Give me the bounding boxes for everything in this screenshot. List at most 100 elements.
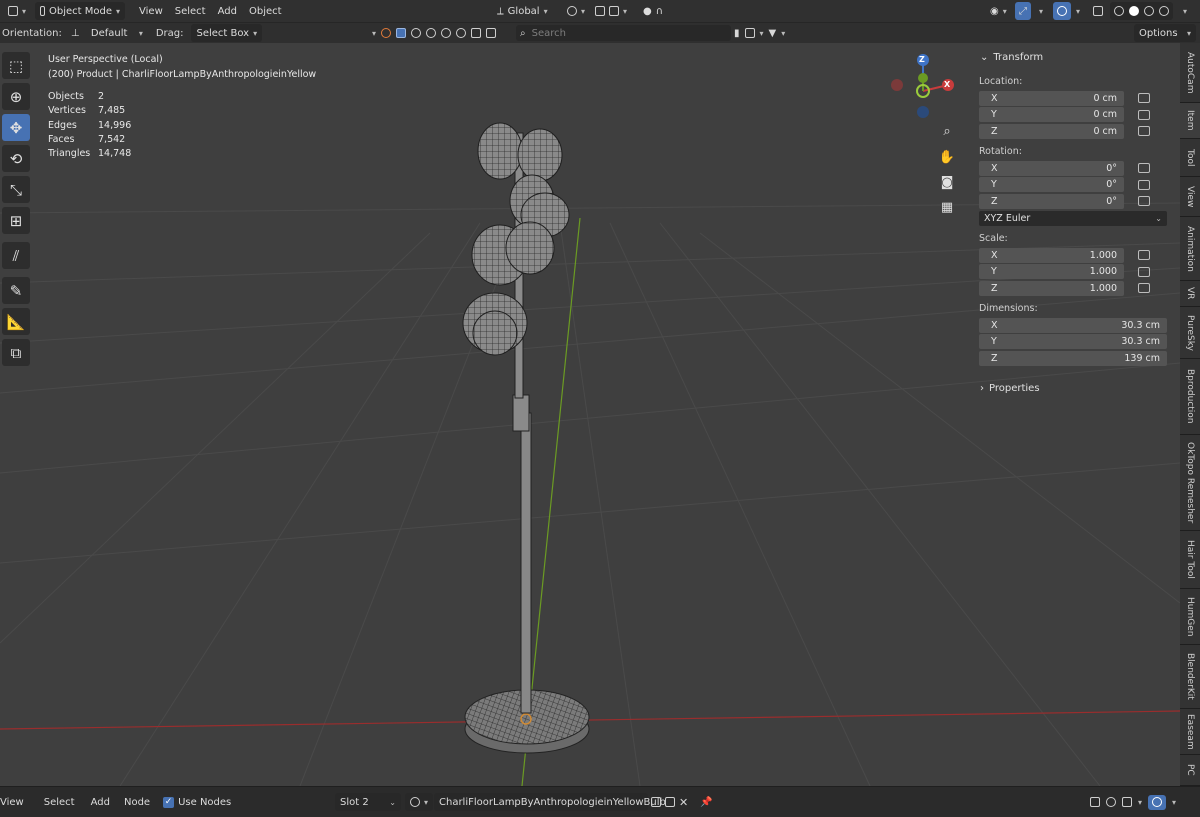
lock-icon[interactable] — [1138, 250, 1150, 260]
scale-z-field[interactable]: Z 1.000 — [979, 280, 1124, 296]
location-x-field[interactable]: X 0 cm — [979, 90, 1124, 106]
image-filter-icon[interactable] — [471, 28, 482, 38]
layout-icon[interactable] — [744, 28, 755, 38]
snap-toggle[interactable]: ▾ — [590, 2, 632, 20]
menu-select[interactable]: Select — [38, 797, 81, 808]
lock-icon[interactable] — [1138, 126, 1150, 136]
filter-icon[interactable]: ▼ — [769, 28, 777, 39]
fake-user-shield-icon[interactable] — [651, 797, 661, 807]
chevron-down-icon[interactable]: ▾ — [1076, 7, 1080, 16]
search-field[interactable]: ⌕ Search — [516, 25, 731, 41]
tab-autocam[interactable]: AutoCam — [1180, 43, 1200, 103]
sphere-filter-icon[interactable] — [411, 28, 422, 38]
use-nodes-checkbox[interactable]: ✓ Use Nodes — [158, 793, 236, 811]
rotation-z-field[interactable]: Z 0° — [979, 193, 1124, 209]
tab-vr[interactable]: VR — [1180, 281, 1200, 307]
pin-icon[interactable]: 📌 — [700, 797, 712, 808]
rotation-y-field[interactable]: Y 0° — [979, 177, 1124, 192]
options-button[interactable]: Options ▾ — [1134, 24, 1196, 42]
lock-icon[interactable] — [1138, 196, 1150, 206]
lock-icon[interactable] — [1138, 266, 1150, 277]
rotate-tool[interactable]: ⟲ — [2, 145, 30, 172]
grid-filter-icon[interactable] — [486, 28, 497, 38]
mode-dropdown[interactable]: Object Mode ▾ — [35, 2, 126, 20]
duplicate-icon[interactable] — [665, 797, 675, 807]
properties-panel-header[interactable]: › Properties — [972, 376, 1180, 400]
transform-panel-header[interactable]: ⌄ Transform — [972, 45, 1180, 69]
chevron-down-icon[interactable]: ▾ — [1138, 798, 1142, 807]
parent-up-icon[interactable] — [1090, 797, 1100, 807]
solid-shading-icon[interactable] — [1129, 6, 1139, 16]
add-cube-tool[interactable]: ⧉ — [2, 339, 30, 366]
rotation-mode-dropdown[interactable]: XYZ Euler ⌄ — [979, 211, 1167, 226]
tab-easeam[interactable]: Easeam — [1180, 709, 1200, 755]
dimensions-x-field[interactable]: X 30.3 cm — [979, 317, 1167, 333]
annotate-tool[interactable]: ⫽ — [2, 242, 30, 269]
scale-x-field[interactable]: X 1.000 — [979, 247, 1124, 263]
lock-icon[interactable] — [1138, 283, 1150, 293]
editor-type-button[interactable]: ▾ — [3, 2, 31, 20]
drag-dropdown[interactable]: Select Box ▾ — [191, 24, 263, 42]
sphere-filter-icon[interactable] — [426, 28, 437, 38]
tab-item[interactable]: Item — [1180, 103, 1200, 139]
dimensions-z-field[interactable]: Z 139 cm — [979, 350, 1167, 366]
measure-tool[interactable]: 📐 — [2, 308, 30, 335]
visibility-dropdown[interactable]: ◉ ▾ — [985, 2, 1012, 20]
tab-blenderkit[interactable]: BlenderKit — [1180, 645, 1200, 709]
chevron-down-icon[interactable]: ▾ — [1039, 7, 1043, 16]
pan-hand-icon[interactable]: ✋ — [937, 147, 957, 167]
snap-icon[interactable] — [1106, 797, 1116, 807]
menu-add[interactable]: Add — [212, 6, 243, 17]
close-icon[interactable]: ✕ — [679, 796, 688, 809]
lock-icon[interactable] — [1138, 179, 1150, 190]
tab-animation[interactable]: Animation — [1180, 217, 1200, 281]
tab-puresky[interactable]: PureSky — [1180, 307, 1200, 359]
material-shading-icon[interactable] — [1144, 6, 1154, 16]
menu-view[interactable]: View — [0, 797, 30, 808]
object-filter-icon[interactable] — [396, 28, 407, 38]
navigation-gizmo[interactable] — [882, 51, 972, 131]
tab-view[interactable]: View — [1180, 177, 1200, 217]
zoom-icon[interactable]: ⌕ — [937, 121, 957, 141]
overlays-toggle[interactable] — [1053, 2, 1071, 20]
chevron-down-icon[interactable]: ▾ — [1172, 798, 1176, 807]
chevron-down-icon[interactable]: ▾ — [372, 29, 376, 38]
bookmark-icon[interactable]: ▮ — [734, 28, 740, 39]
color-wheel-icon[interactable] — [381, 28, 392, 38]
draw-tool[interactable]: ✎ — [2, 277, 30, 304]
slot-dropdown[interactable]: Slot 2 ⌄ — [335, 793, 401, 811]
rotation-x-field[interactable]: X 0° — [979, 160, 1124, 176]
transform-tool[interactable]: ⊞ — [2, 207, 30, 234]
location-y-field[interactable]: Y 0 cm — [979, 107, 1124, 122]
xray-toggle[interactable] — [1088, 2, 1108, 20]
tab-pc[interactable]: PC — [1180, 755, 1200, 786]
select-box-tool[interactable]: ⬚ — [2, 52, 30, 79]
lock-icon[interactable] — [1138, 109, 1150, 120]
scale-y-field[interactable]: Y 1.000 — [979, 264, 1124, 279]
sphere-filter-icon[interactable] — [441, 28, 452, 38]
overlay-toggle[interactable] — [1148, 794, 1167, 810]
menu-node[interactable]: Node — [118, 797, 156, 808]
menu-view[interactable]: View — [133, 6, 169, 17]
tab-humgen[interactable]: HumGen — [1180, 589, 1200, 645]
rendered-shading-icon[interactable] — [1159, 6, 1169, 16]
scale-tool[interactable]: ⤡ — [2, 176, 30, 203]
chevron-down-icon[interactable]: ▾ — [781, 29, 785, 38]
lock-icon[interactable] — [1138, 163, 1150, 173]
tab-hair-tool[interactable]: Hair Tool — [1180, 531, 1200, 589]
orientation-dropdown[interactable]: ⊥ Default ▾ — [66, 24, 148, 42]
chevron-down-icon[interactable]: ▾ — [1183, 7, 1187, 16]
pivot-point-dropdown[interactable]: ▾ — [562, 2, 590, 20]
location-z-field[interactable]: Z 0 cm — [979, 123, 1124, 139]
proportional-edit-toggle[interactable]: ● ∩ — [638, 2, 668, 20]
gizmo-toggle[interactable]: ⤢ — [1015, 2, 1031, 20]
wireframe-shading-icon[interactable] — [1114, 6, 1124, 16]
camera-icon[interactable]: ◙ — [937, 172, 957, 192]
tab-tool[interactable]: Tool — [1180, 139, 1200, 177]
material-browse-button[interactable]: ▾ — [405, 793, 434, 811]
chevron-down-icon[interactable]: ▾ — [760, 29, 764, 38]
tab-oktopo-remesher[interactable]: OkTopo Remesher — [1180, 435, 1200, 531]
snap-grid-icon[interactable] — [1122, 797, 1132, 807]
menu-add[interactable]: Add — [85, 797, 116, 808]
sphere-filter-icon[interactable] — [456, 28, 467, 38]
